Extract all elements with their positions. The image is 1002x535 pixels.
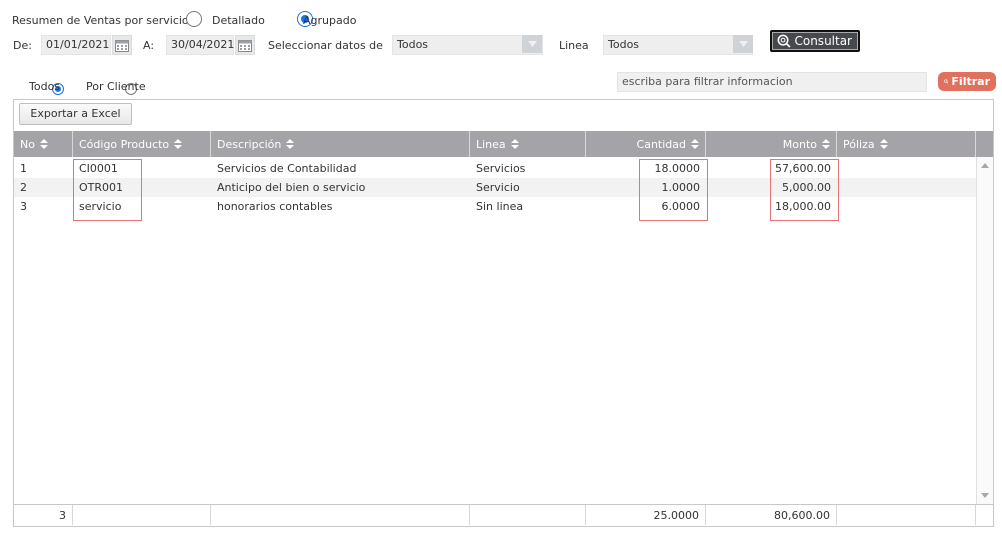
radio-detallado-label: Detallado bbox=[212, 14, 265, 27]
calendar-to-button[interactable] bbox=[235, 35, 255, 55]
col-header-description[interactable]: Descripción bbox=[211, 131, 470, 157]
radio-por-cliente-label: Por Cliente bbox=[86, 80, 146, 93]
filter-button[interactable]: Filtrar bbox=[938, 72, 996, 91]
col-header-amount[interactable]: Monto bbox=[706, 131, 837, 157]
cell-line: Servicio bbox=[476, 181, 520, 194]
calendar-icon bbox=[238, 39, 252, 52]
total-description-empty bbox=[211, 505, 470, 525]
col-header-description-label: Descripción bbox=[217, 137, 282, 151]
search-icon bbox=[777, 34, 791, 48]
header-scroll-spacer bbox=[976, 131, 993, 157]
scroll-up-icon[interactable] bbox=[981, 163, 989, 168]
cell-description: Anticipo del bien o servicio bbox=[217, 181, 366, 194]
col-header-amount-label: Monto bbox=[782, 137, 817, 151]
total-count: 3 bbox=[14, 505, 73, 525]
line-select[interactable]: Todos bbox=[603, 35, 753, 55]
total-amount: 80,600.00 bbox=[706, 505, 837, 525]
col-header-quantity[interactable]: Cantidad bbox=[586, 131, 706, 157]
date-from-input[interactable]: 01/01/2021 bbox=[41, 35, 111, 55]
radio-agrupado-label: Agrupado bbox=[303, 14, 357, 27]
col-header-quantity-label: Cantidad bbox=[636, 137, 686, 151]
data-source-label: Seleccionar datos de bbox=[268, 39, 383, 52]
data-source-dropdown-button[interactable] bbox=[522, 35, 542, 53]
highlight-amount-column bbox=[770, 159, 839, 221]
sort-icon bbox=[510, 139, 519, 149]
col-header-no-label: No bbox=[20, 137, 35, 151]
data-source-select[interactable]: Todos bbox=[392, 35, 543, 55]
highlight-quantity-column bbox=[639, 159, 708, 221]
cell-no: 3 bbox=[20, 200, 27, 213]
highlight-code-column bbox=[73, 159, 142, 221]
col-header-line-label: Linea bbox=[476, 137, 506, 151]
col-header-code[interactable]: Código Producto bbox=[73, 131, 211, 157]
cell-policy bbox=[837, 178, 976, 197]
date-to-input[interactable]: 30/04/2021 bbox=[166, 35, 234, 55]
cell-no: 1 bbox=[20, 162, 27, 175]
cell-line: Sin linea bbox=[476, 200, 524, 213]
sort-icon bbox=[822, 139, 830, 149]
filter-button-label: Filtrar bbox=[951, 75, 990, 88]
cell-description: Servicios de Contabilidad bbox=[217, 162, 357, 175]
export-excel-button[interactable]: Exportar a Excel bbox=[19, 103, 132, 125]
line-dropdown-button[interactable] bbox=[733, 35, 753, 53]
total-code-empty bbox=[73, 505, 211, 525]
data-grid: Exportar a Excel No Código Producto Desc… bbox=[13, 99, 994, 527]
sort-icon bbox=[39, 139, 48, 149]
chevron-down-icon bbox=[527, 41, 537, 47]
consult-button-label: Consultar bbox=[794, 34, 852, 48]
grid-footer-totals: 3 25.0000 80,600.00 bbox=[14, 504, 993, 525]
data-source-value: Todos bbox=[397, 38, 429, 51]
cell-policy bbox=[837, 197, 976, 216]
line-label: Linea bbox=[559, 39, 589, 52]
col-header-policy-label: Póliza bbox=[843, 137, 875, 151]
col-header-no[interactable]: No bbox=[14, 131, 73, 157]
search-icon bbox=[944, 79, 949, 84]
cell-policy bbox=[837, 159, 976, 178]
total-line-empty bbox=[470, 505, 586, 525]
sort-icon bbox=[286, 139, 295, 149]
calendar-icon bbox=[115, 39, 129, 52]
sort-icon bbox=[691, 139, 699, 149]
calendar-from-button[interactable] bbox=[112, 35, 132, 55]
vertical-scrollbar[interactable] bbox=[976, 157, 993, 504]
total-policy-empty bbox=[837, 505, 976, 525]
chevron-down-icon bbox=[738, 41, 748, 47]
col-header-code-label: Código Producto bbox=[79, 137, 170, 151]
report-title-label: Resumen de Ventas por servicio bbox=[12, 14, 189, 27]
col-header-policy[interactable]: Póliza bbox=[837, 131, 976, 157]
consult-button[interactable]: Consultar bbox=[770, 30, 860, 52]
search-placeholder: escriba para filtrar informacion bbox=[622, 75, 793, 88]
from-label: De: bbox=[13, 39, 32, 52]
radio-detallado[interactable] bbox=[186, 11, 202, 27]
search-input[interactable]: escriba para filtrar informacion bbox=[617, 72, 927, 92]
cell-line: Servicios bbox=[476, 162, 526, 175]
radio-todos-label: Todos bbox=[29, 80, 61, 93]
line-value: Todos bbox=[608, 38, 640, 51]
col-header-line[interactable]: Linea bbox=[470, 131, 586, 157]
sort-icon bbox=[879, 139, 888, 149]
to-label: A: bbox=[143, 39, 155, 52]
cell-no: 2 bbox=[20, 181, 27, 194]
cell-description: honorarios contables bbox=[217, 200, 333, 213]
total-quantity: 25.0000 bbox=[586, 505, 706, 525]
scroll-down-icon[interactable] bbox=[981, 493, 989, 498]
sort-icon bbox=[174, 139, 183, 149]
grid-header: No Código Producto Descripción Linea Can… bbox=[14, 131, 993, 157]
